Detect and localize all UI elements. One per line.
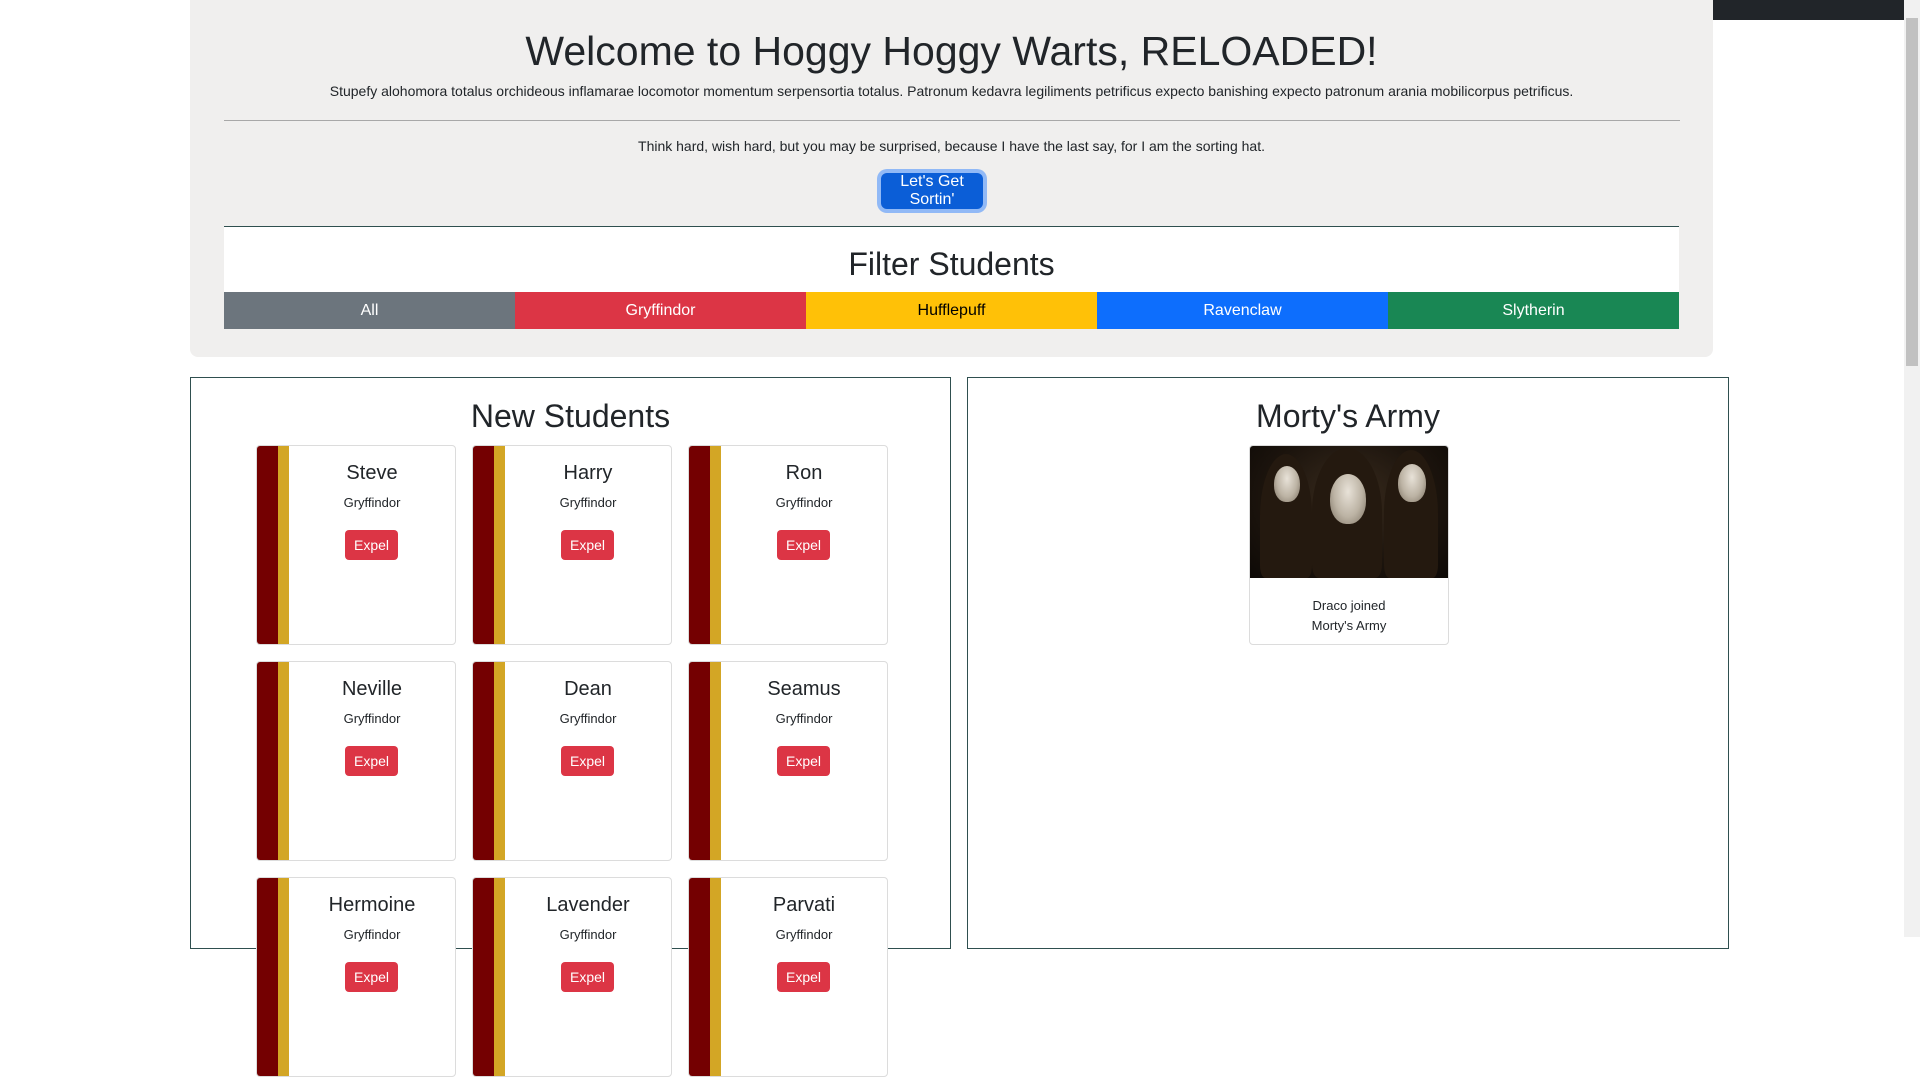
student-card: Parvati Gryffindor Expel	[688, 877, 888, 1077]
filter-title: Filter Students	[848, 246, 1055, 282]
house-color-stripe-secondary	[710, 878, 721, 1076]
student-name: Harry	[563, 462, 613, 484]
expel-button[interactable]: Expel	[561, 962, 614, 992]
expel-button[interactable]: Expel	[345, 530, 398, 560]
student-card: Neville Gryffindor Expel	[256, 661, 456, 861]
student-card: Harry Gryffindor Expel	[472, 445, 672, 645]
filter-button-group: All Gryffindor Hufflepuff Ravenclaw Slytheri…	[224, 292, 1679, 329]
army-member-text: Draco joined Morty's Army	[1311, 598, 1387, 633]
filter-button-hufflepuff[interactable]: Hufflepuff	[806, 292, 1097, 329]
house-color-stripe-primary	[473, 446, 494, 644]
house-color-stripe-secondary	[710, 446, 721, 644]
student-name: Steve	[346, 462, 398, 484]
divider	[224, 120, 1680, 121]
expel-button[interactable]: Expel	[345, 962, 398, 992]
new-students-title: New Students	[470, 398, 671, 434]
filter-button-all[interactable]: All	[224, 292, 515, 329]
sorting-hat-text: Think hard, wish hard, but you may be su…	[638, 138, 1265, 154]
expel-button[interactable]: Expel	[777, 962, 830, 992]
student-house: Gryffindor	[343, 711, 401, 726]
mortys-army-panel: Morty's Army Draco joined Morty's Army	[967, 377, 1729, 949]
filter-button-slytherin[interactable]: Slytherin	[1388, 292, 1679, 329]
student-card: Lavender Gryffindor Expel	[472, 877, 672, 1077]
house-color-stripe-secondary	[278, 662, 289, 860]
expel-button[interactable]: Expel	[561, 746, 614, 776]
student-house: Gryffindor	[343, 495, 401, 510]
house-color-stripe-primary	[257, 878, 278, 1076]
scrollbar-thumb[interactable]	[1906, 18, 1918, 366]
student-name: Seamus	[767, 678, 841, 700]
student-card: Steve Gryffindor Expel	[256, 445, 456, 645]
army-title: Morty's Army	[1256, 398, 1440, 434]
student-house: Gryffindor	[559, 711, 617, 726]
house-color-stripe-secondary	[494, 446, 505, 644]
student-house: Gryffindor	[343, 927, 401, 942]
student-name: Lavender	[546, 894, 630, 916]
student-house: Gryffindor	[559, 495, 617, 510]
house-color-stripe-secondary	[494, 878, 505, 1076]
new-students-panel: New Students Steve Gryffindor Expel Harry Gr…	[190, 377, 951, 1077]
student-card: Dean Gryffindor Expel	[472, 661, 672, 861]
welcome-jumbotron: Welcome to Hoggy Hoggy Warts, RELOADED! …	[190, 0, 1713, 357]
house-color-stripe-secondary	[278, 446, 289, 644]
page-scrollbar[interactable]	[1904, 0, 1920, 937]
house-color-stripe-primary	[689, 446, 710, 644]
student-name: Parvati	[772, 894, 836, 916]
filter-section: Filter Students All Gryffindor Hufflepuff R…	[224, 226, 1679, 329]
intro-text: Stupefy alohomora totalus orchideous inf…	[329, 83, 1574, 99]
student-name: Hermoine	[328, 894, 416, 916]
house-color-stripe-primary	[257, 662, 278, 860]
student-house: Gryffindor	[775, 495, 833, 510]
student-card: Ron Gryffindor Expel	[688, 445, 888, 645]
death-eaters-image	[1250, 446, 1448, 578]
student-house: Gryffindor	[775, 711, 833, 726]
house-color-stripe-primary	[473, 878, 494, 1076]
house-color-stripe-primary	[473, 662, 494, 860]
house-color-stripe-primary	[689, 662, 710, 860]
student-name: Dean	[564, 678, 612, 700]
student-card: Seamus Gryffindor Expel	[688, 661, 888, 861]
house-color-stripe-secondary	[710, 662, 721, 860]
expel-button[interactable]: Expel	[777, 746, 830, 776]
student-name: Ron	[785, 462, 823, 484]
sort-button[interactable]: Let's Get Sortin'	[881, 173, 983, 209]
house-color-stripe-secondary	[278, 878, 289, 1076]
page-title: Welcome to Hoggy Hoggy Warts, RELOADED!	[525, 28, 1378, 74]
student-card: Hermoine Gryffindor Expel	[256, 877, 456, 1077]
house-color-stripe-primary	[257, 446, 278, 644]
student-house: Gryffindor	[559, 927, 617, 942]
expel-button[interactable]: Expel	[561, 530, 614, 560]
student-house: Gryffindor	[775, 927, 833, 942]
expel-button[interactable]: Expel	[345, 746, 398, 776]
filter-button-ravenclaw[interactable]: Ravenclaw	[1097, 292, 1388, 329]
filter-button-gryffindor[interactable]: Gryffindor	[515, 292, 806, 329]
army-member-card: Draco joined Morty's Army	[1249, 445, 1449, 645]
student-name: Neville	[341, 678, 403, 700]
expel-button[interactable]: Expel	[777, 530, 830, 560]
house-color-stripe-secondary	[494, 662, 505, 860]
house-color-stripe-primary	[689, 878, 710, 1076]
